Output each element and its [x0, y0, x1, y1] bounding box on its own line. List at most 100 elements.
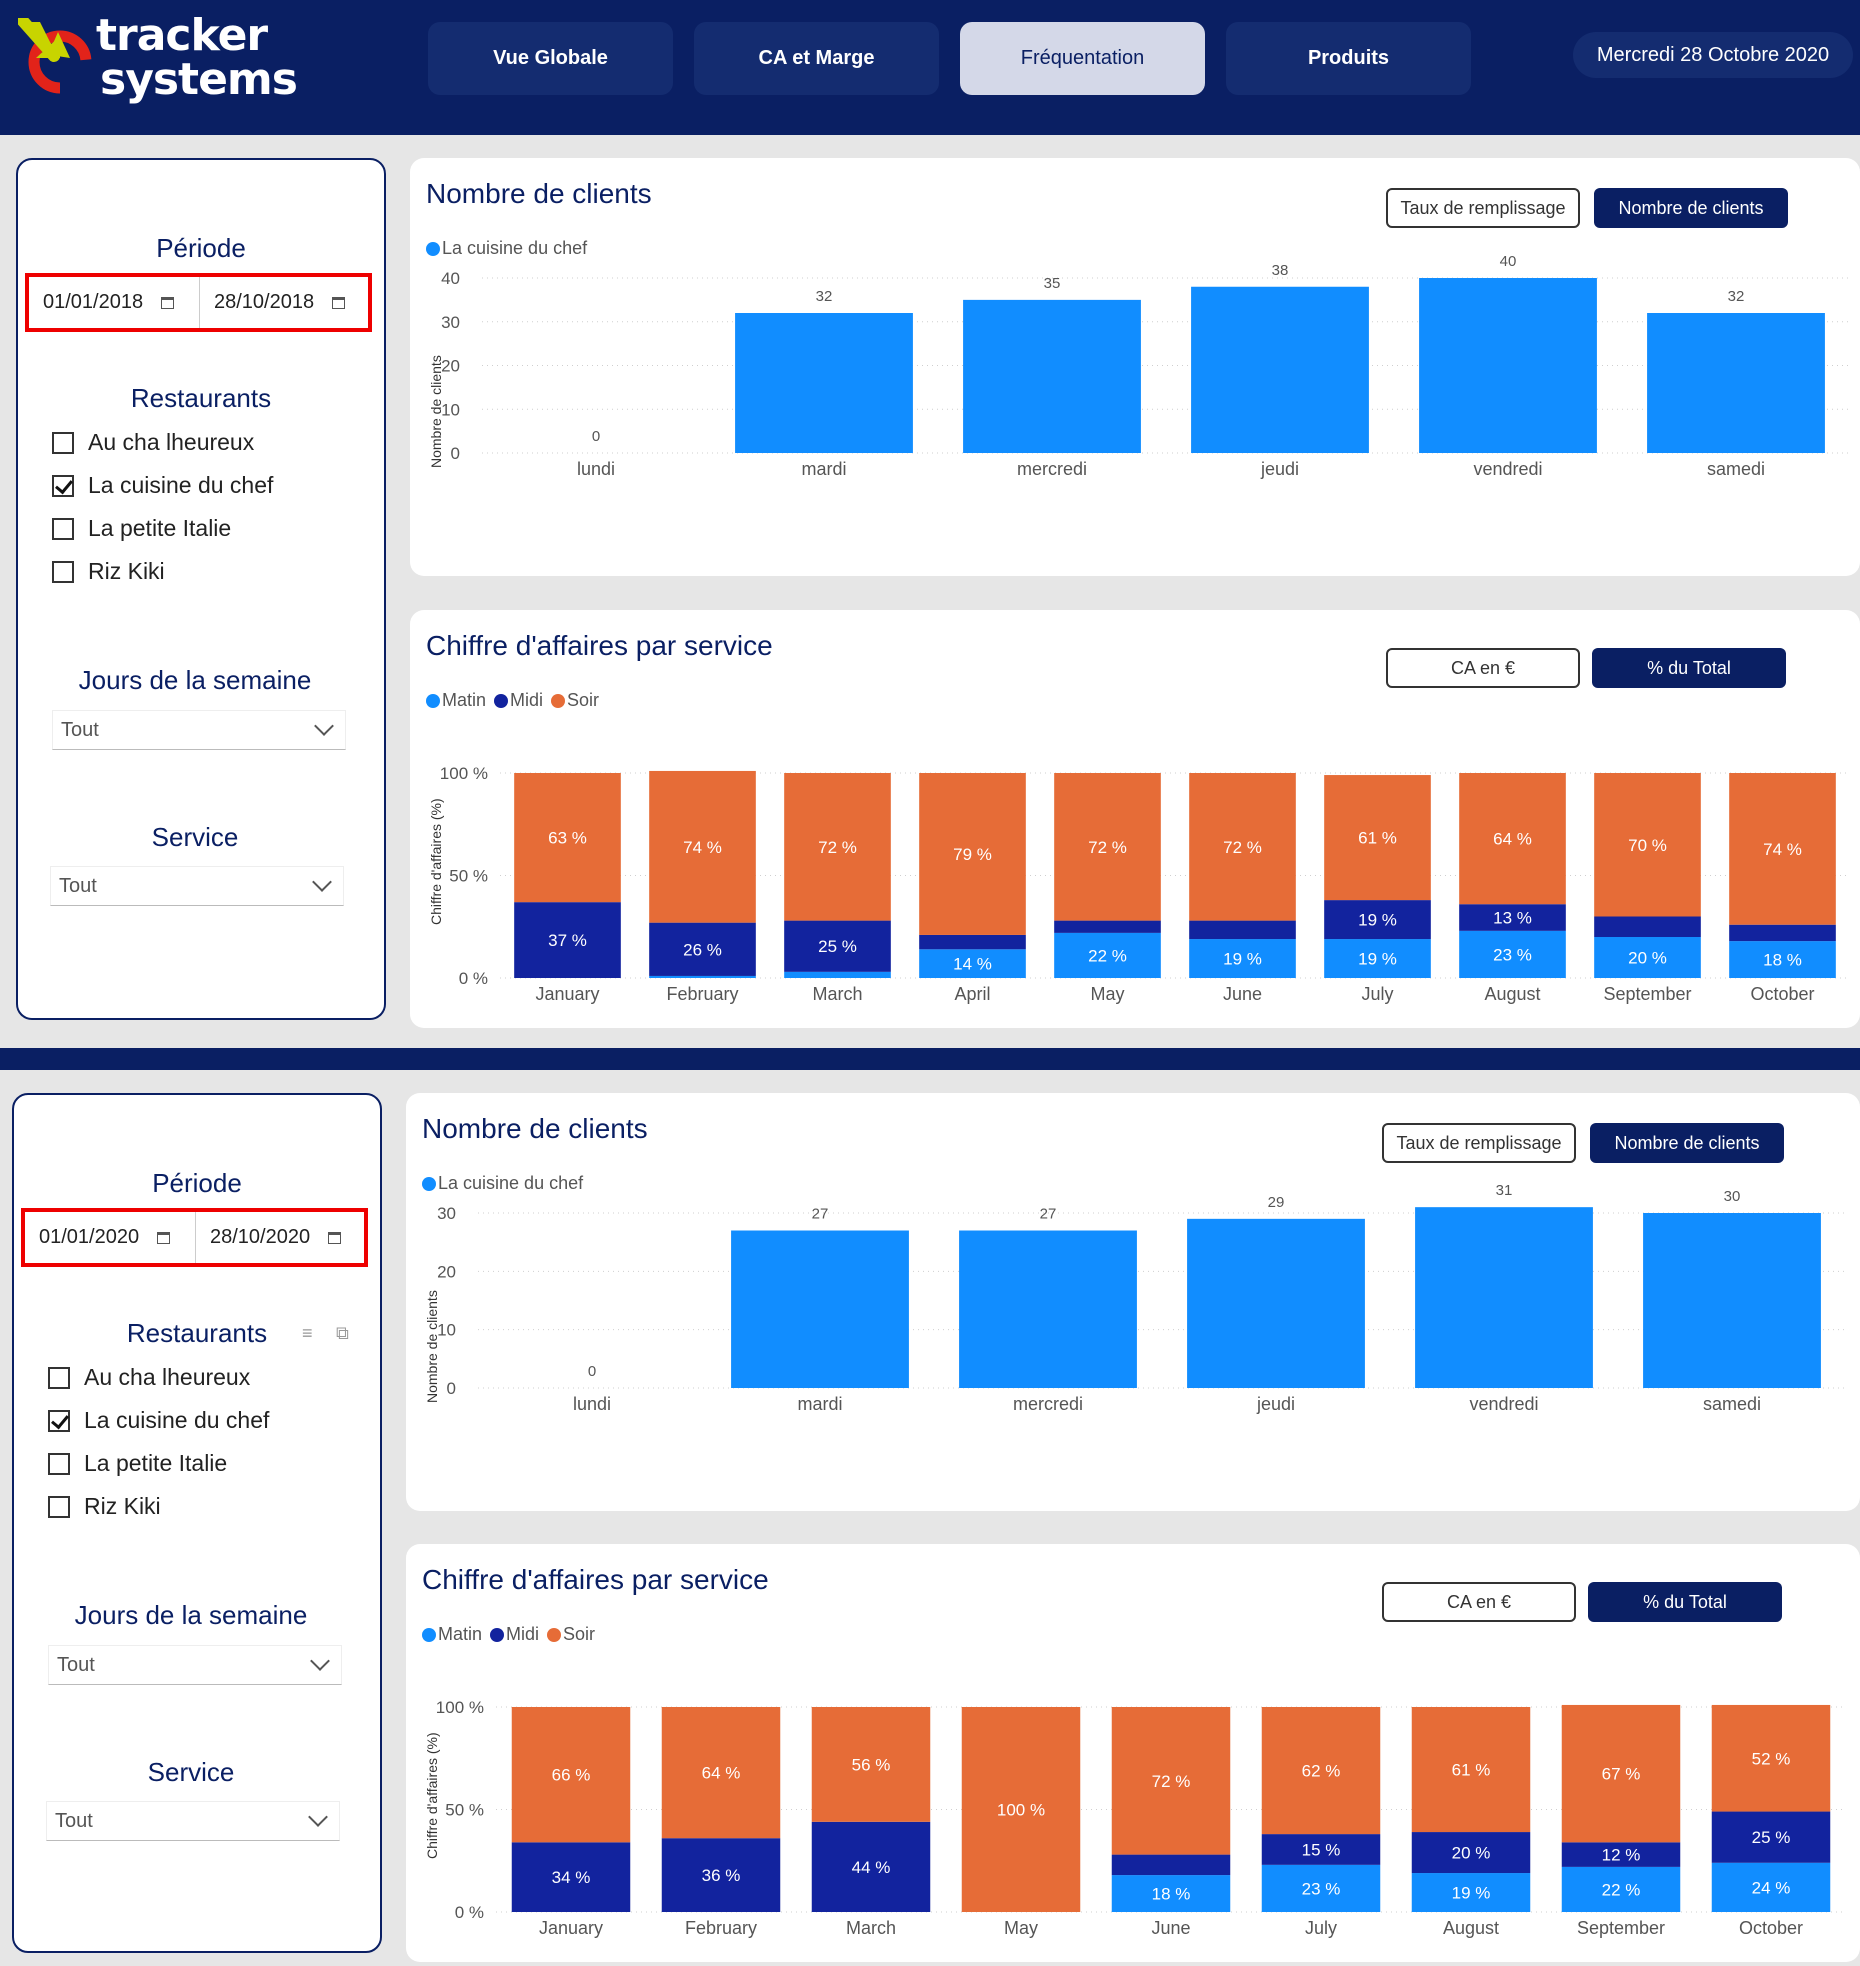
restaurant-option-riz-kiki[interactable]: Riz Kiki	[48, 1493, 161, 1520]
restaurant-option-la-cuisine-du-chef[interactable]: La cuisine du chef	[52, 472, 273, 499]
service-dropdown[interactable]: Tout	[50, 866, 344, 906]
filter-sidebar: Période 01/01/2020 28/10/2020 Restaurant…	[12, 1093, 382, 1953]
x-tick-label: February	[666, 984, 738, 1004]
bar-segment-midi	[919, 934, 1026, 950]
end-date-input[interactable]: 28/10/2020	[195, 1212, 364, 1263]
dropdown-value: Tout	[57, 1653, 95, 1676]
restaurant-label: Riz Kiki	[84, 1493, 161, 1519]
data-label: 44 %	[852, 1858, 891, 1877]
jours-semaine-dropdown[interactable]: Tout	[48, 1645, 342, 1685]
y-tick-label: 50 %	[445, 1801, 484, 1820]
tab-frequentation[interactable]: Fréquentation	[960, 22, 1205, 95]
x-tick-label: March	[846, 1918, 896, 1938]
bar-segment-midi	[1189, 920, 1296, 940]
restaurants-title: Restaurants	[130, 383, 272, 413]
restaurant-label: Au cha lheureux	[84, 1364, 251, 1390]
end-date-input[interactable]: 28/10/2018	[199, 277, 368, 328]
x-tick-label: vendredi	[1473, 459, 1542, 479]
data-label: 0	[588, 1363, 596, 1380]
data-label: 37 %	[548, 931, 587, 950]
calendar-icon[interactable]	[157, 1231, 171, 1244]
y-tick-label: 0	[447, 1379, 456, 1398]
start-date-input[interactable]: 01/01/2020	[25, 1212, 195, 1263]
x-tick-label: lundi	[577, 459, 615, 479]
checkbox[interactable]	[52, 560, 74, 583]
tab-vue-globale[interactable]: Vue Globale	[428, 22, 673, 95]
checkbox[interactable]	[48, 1452, 70, 1475]
data-label: 72 %	[818, 838, 857, 857]
data-label: 19 %	[1223, 950, 1262, 969]
data-label: 64 %	[702, 1764, 741, 1783]
chevron-down-icon	[314, 716, 334, 736]
restaurant-option-riz-kiki[interactable]: Riz Kiki	[52, 558, 165, 585]
data-label: 79 %	[953, 845, 992, 864]
bar-jeudi	[1191, 286, 1369, 453]
data-label: 40	[1500, 253, 1517, 270]
logo-text-line2: systems	[100, 54, 298, 105]
restaurant-option-la-petite-italie[interactable]: La petite Italie	[48, 1450, 227, 1477]
checkbox[interactable]	[48, 1366, 70, 1389]
clients-bar-chart: 0 10 20 30 0 lundi 27 mardi 27 mercredi 29 jeudi 31 v…	[437, 1182, 1846, 1414]
data-label: 34 %	[552, 1868, 591, 1887]
x-tick-label: mercredi	[1013, 1394, 1083, 1414]
restaurant-option-au-cha-lheureux[interactable]: Au cha lheureux	[48, 1364, 250, 1391]
data-label: 61 %	[1452, 1761, 1491, 1780]
bar-samedi	[1647, 313, 1825, 453]
x-tick-label: jeudi	[1256, 1394, 1295, 1414]
restaurant-label: La cuisine du chef	[88, 472, 274, 498]
calendar-icon[interactable]	[161, 296, 175, 309]
data-label: 25 %	[1752, 1828, 1791, 1847]
calendar-icon[interactable]	[332, 296, 346, 309]
checkbox-checked[interactable]	[52, 474, 74, 497]
dropdown-value: Tout	[59, 874, 97, 897]
y-tick-label: 10	[437, 1321, 456, 1340]
x-tick-label: lundi	[573, 1394, 611, 1414]
tab-ca-et-marge[interactable]: CA et Marge	[694, 22, 939, 95]
tab-produits[interactable]: Produits	[1226, 22, 1471, 95]
dropdown-value: Tout	[61, 718, 99, 741]
bar-segment-matin	[649, 975, 756, 978]
checkbox[interactable]	[52, 431, 74, 454]
chevron-down-icon	[312, 872, 332, 892]
restaurant-label: Riz Kiki	[88, 558, 165, 584]
data-label: 52 %	[1752, 1749, 1791, 1768]
data-label: 72 %	[1152, 1772, 1191, 1791]
bar-segment-midi	[1594, 916, 1701, 937]
service-title: Service	[151, 822, 239, 852]
checkbox[interactable]	[48, 1495, 70, 1518]
data-label: 32	[1728, 288, 1745, 305]
restaurant-option-la-cuisine-du-chef[interactable]: La cuisine du chef	[48, 1407, 269, 1434]
restaurant-option-la-petite-italie[interactable]: La petite Italie	[52, 515, 231, 542]
bar-segment-midi	[1729, 924, 1836, 942]
focus-mode-icon[interactable]: ⧉	[336, 1323, 349, 1344]
checkbox-checked[interactable]	[48, 1409, 70, 1432]
calendar-icon[interactable]	[328, 1231, 342, 1244]
y-tick-label: 100 %	[440, 764, 488, 783]
data-label: 64 %	[1493, 830, 1532, 849]
bar-vendredi	[1415, 1207, 1593, 1388]
logo-text-line1: tracker	[96, 10, 268, 61]
data-label: 27	[812, 1206, 829, 1223]
checkbox[interactable]	[52, 517, 74, 540]
y-tick-label: 100 %	[436, 1698, 484, 1717]
filter-icon[interactable]: ≡	[302, 1323, 313, 1344]
x-tick-label: October	[1750, 984, 1814, 1004]
x-tick-label: August	[1443, 1918, 1499, 1938]
period-date-range: 01/01/2018 28/10/2018	[25, 273, 372, 332]
bar-samedi	[1643, 1213, 1821, 1388]
x-tick-label: April	[954, 984, 990, 1004]
data-label: 38	[1272, 262, 1289, 279]
restaurant-option-au-cha-lheureux[interactable]: Au cha lheureux	[52, 429, 254, 456]
y-tick-label: 0	[451, 444, 460, 463]
x-tick-label: October	[1739, 1918, 1803, 1938]
jours-semaine-dropdown[interactable]: Tout	[52, 710, 346, 750]
data-label: 61 %	[1358, 829, 1397, 848]
service-dropdown[interactable]: Tout	[46, 1801, 340, 1841]
clients-panel: Nombre de clients Taux de remplissage No…	[406, 1093, 1860, 1511]
data-label: 56 %	[852, 1755, 891, 1774]
data-label: 72 %	[1088, 838, 1127, 857]
dropdown-value: Tout	[55, 1809, 93, 1832]
jours-semaine-title: Jours de la semaine	[78, 665, 312, 695]
data-label: 72 %	[1223, 838, 1262, 857]
start-date-input[interactable]: 01/01/2018	[29, 277, 199, 328]
